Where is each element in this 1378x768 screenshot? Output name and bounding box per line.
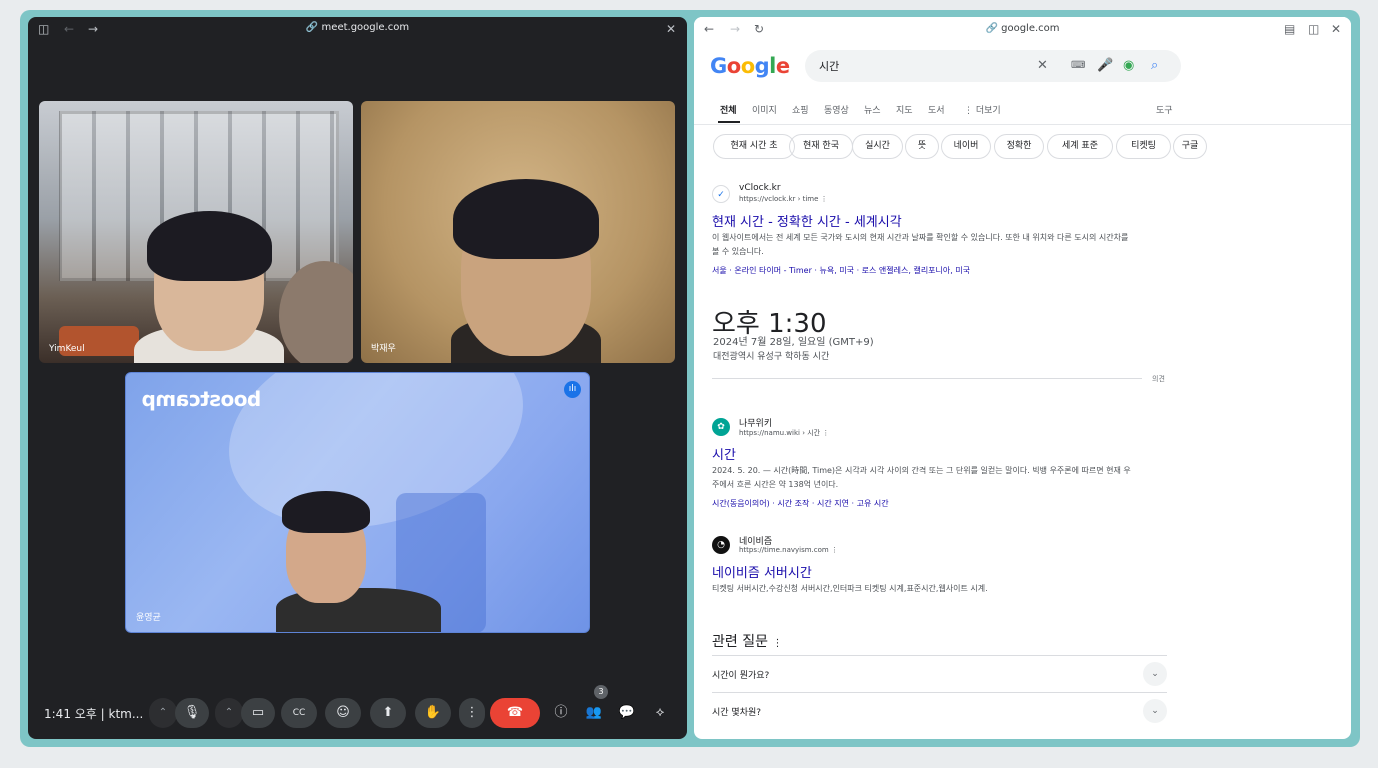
raise-hand-icon[interactable]: ✋ xyxy=(415,698,451,728)
current-date: 2024년 7월 28일, 일요일 (GMT+9) xyxy=(713,337,874,348)
end-call-icon[interactable]: ☎ xyxy=(490,698,540,728)
mic-icon[interactable]: 🎙 xyxy=(175,698,209,728)
google-window: ← → ↻ 🔗 google.com ▤ ◫ ✕ Google 시간 ✕ ⌨ 🎤… xyxy=(694,17,1351,739)
participant-tile-2[interactable]: 박재우 xyxy=(361,101,675,363)
participant-name: 윤영균 xyxy=(136,613,161,623)
chevron-down-icon[interactable]: ⌄ xyxy=(1143,662,1167,686)
activities-icon[interactable]: ⟡ xyxy=(647,698,673,728)
question-text: 시간이 뭔가요? xyxy=(712,671,770,681)
participant-name: YimKeul xyxy=(49,344,85,354)
chip[interactable]: 네이버 xyxy=(941,134,991,159)
chip[interactable]: 뜻 xyxy=(905,134,939,159)
chip[interactable]: 현재 한국 xyxy=(789,134,853,159)
clear-icon[interactable]: ✕ xyxy=(1037,57,1048,75)
more-icon[interactable]: ⋮ xyxy=(831,546,838,554)
more-icon[interactable]: ⋮ xyxy=(821,195,828,203)
emoji-icon[interactable]: ☺ xyxy=(325,698,361,728)
chevron-up-icon[interactable]: ⌃ xyxy=(149,698,177,728)
people-count-badge: 3 xyxy=(594,685,608,699)
feedback-link[interactable]: 의견 xyxy=(1152,374,1165,384)
lens-icon[interactable]: ◉ xyxy=(1123,57,1134,75)
related-questions-title: 관련 질문 ⋮ xyxy=(712,634,783,650)
tab-images[interactable]: 이미지 xyxy=(752,103,777,116)
result-title[interactable]: 네이비즘 서버시간 xyxy=(712,562,812,581)
question-text: 시간 몇차원? xyxy=(712,708,762,718)
chip[interactable]: 티켓팅 xyxy=(1116,134,1171,159)
tab-shopping[interactable]: 쇼핑 xyxy=(792,103,809,116)
chevron-down-icon[interactable]: ⌄ xyxy=(1143,699,1167,723)
result-url[interactable]: https://time.navyism.com ⋮ xyxy=(739,546,838,554)
participant-tile-3[interactable]: boostcamp ılı 윤영균 xyxy=(125,372,590,633)
tab-all[interactable]: 전체 xyxy=(720,103,737,116)
chip[interactable]: 구글 xyxy=(1173,134,1207,159)
namuwiki-favicon-icon: ✿ xyxy=(712,418,730,436)
meet-window: ◫ ← → 🔗 meet.google.com ✕ YimKeul 박재우 bo… xyxy=(28,17,687,739)
reader-icon[interactable]: ▤ xyxy=(1284,21,1295,37)
chip[interactable]: 세계 표준 xyxy=(1047,134,1113,159)
question-row[interactable]: 시간 몇차원? ⌄ xyxy=(712,692,1167,729)
google-titlebar: ← → ↻ 🔗 google.com ▤ ◫ ✕ xyxy=(694,17,1351,41)
divider xyxy=(694,124,1351,125)
search-box[interactable]: 시간 ✕ ⌨ 🎤 ◉ ⌕ xyxy=(805,50,1181,82)
result-title[interactable]: 현재 시간 - 정확한 시간 - 세계시각 xyxy=(712,211,902,230)
present-icon[interactable]: ⬆ xyxy=(370,698,406,728)
tab-more[interactable]: ⋮ 더보기 xyxy=(964,103,1001,116)
tab-videos[interactable]: 동영상 xyxy=(824,103,849,116)
close-icon[interactable]: ✕ xyxy=(1331,21,1341,37)
keyboard-icon[interactable]: ⌨ xyxy=(1071,57,1085,75)
active-tab-underline xyxy=(718,121,740,123)
more-icon[interactable]: ⋮ xyxy=(772,638,782,649)
navyism-favicon-icon: ◔ xyxy=(712,536,730,554)
search-input[interactable]: 시간 xyxy=(819,58,839,74)
result-snippet: 이 웹사이트에서는 전 세계 모든 국가와 도시의 현재 시간과 날짜를 확인할… xyxy=(712,233,1129,256)
info-icon[interactable]: ⓘ xyxy=(548,698,574,728)
background-logo: boostcamp xyxy=(142,387,262,411)
captions-icon[interactable]: CC xyxy=(281,698,317,728)
google-url[interactable]: 🔗 google.com xyxy=(694,23,1351,34)
chat-icon[interactable]: 💬 xyxy=(614,698,640,728)
split-view-icon[interactable]: ◫ xyxy=(1308,21,1319,37)
time-location: 대전광역시 유성구 학하동 시간 xyxy=(713,352,830,362)
question-row[interactable]: 시간이 뭔가요? ⌄ xyxy=(712,655,1167,692)
meet-url[interactable]: 🔗 meet.google.com xyxy=(28,22,687,33)
search-icon[interactable]: ⌕ xyxy=(1151,57,1158,75)
meet-titlebar: ◫ ← → 🔗 meet.google.com ✕ xyxy=(28,17,687,41)
result-sitelinks[interactable]: 시간(동음이의어) · 시간 조작 · 시간 지연 · 고유 시간 xyxy=(712,498,889,509)
tab-tools[interactable]: 도구 xyxy=(1156,103,1173,116)
hair-shape xyxy=(453,179,599,259)
result-url[interactable]: https://vclock.kr › time ⋮ xyxy=(739,195,828,203)
result-snippet: 2024. 5. 20. — 시간(時間, Time)은 시각과 시각 사이의 … xyxy=(712,466,1131,489)
divider xyxy=(712,378,1142,379)
link-icon: 🔗 xyxy=(985,23,1002,34)
chevron-up-icon[interactable]: ⌃ xyxy=(215,698,243,728)
meet-controls: 1:41 오후 | ktm... ⌃ 🎙 ⌃ ▭ CC ☺ ⬆ ✋ ⋮ ☎ ⓘ … xyxy=(28,685,687,731)
result-snippet: 티켓팅 서버시간,수강신청 서버시간,인터파크 티켓팅 시계,표준시간,웹사이트… xyxy=(712,584,988,593)
participant-name: 박재우 xyxy=(371,344,396,354)
more-icon[interactable]: ⋮ xyxy=(822,429,829,437)
camera-icon[interactable]: ▭ xyxy=(241,698,275,728)
result-site[interactable]: vClock.kr xyxy=(739,183,781,193)
chip[interactable]: 현재 시간 초 xyxy=(713,134,795,159)
result-title[interactable]: 시간 xyxy=(712,444,736,463)
hair-shape xyxy=(147,211,272,281)
close-icon[interactable]: ✕ xyxy=(666,21,676,37)
more-icon[interactable]: ⋮ xyxy=(459,698,485,728)
participant-tile-1[interactable]: YimKeul xyxy=(39,101,353,363)
google-logo[interactable]: Google xyxy=(710,54,790,78)
hair-shape xyxy=(282,491,370,533)
meeting-clock: 1:41 오후 | ktm... xyxy=(44,707,144,721)
tab-news[interactable]: 뉴스 xyxy=(864,103,881,116)
voice-search-icon[interactable]: 🎤 xyxy=(1097,57,1113,75)
people-icon[interactable]: 👥 xyxy=(581,698,607,728)
vclock-favicon-icon: ✓ xyxy=(712,185,730,203)
result-sitelinks[interactable]: 서울 · 온라인 타이머 - Timer · 뉴욕, 미국 · 로스 앤젤레스,… xyxy=(712,265,970,276)
chip[interactable]: 실시간 xyxy=(852,134,903,159)
audio-indicator-icon: ılı xyxy=(564,381,581,398)
result-url[interactable]: https://namu.wiki › 시간 ⋮ xyxy=(739,428,829,438)
tab-maps[interactable]: 지도 xyxy=(896,103,913,116)
tab-books[interactable]: 도서 xyxy=(928,103,945,116)
link-icon: 🔗 xyxy=(305,22,322,33)
chip[interactable]: 정확한 xyxy=(994,134,1044,159)
